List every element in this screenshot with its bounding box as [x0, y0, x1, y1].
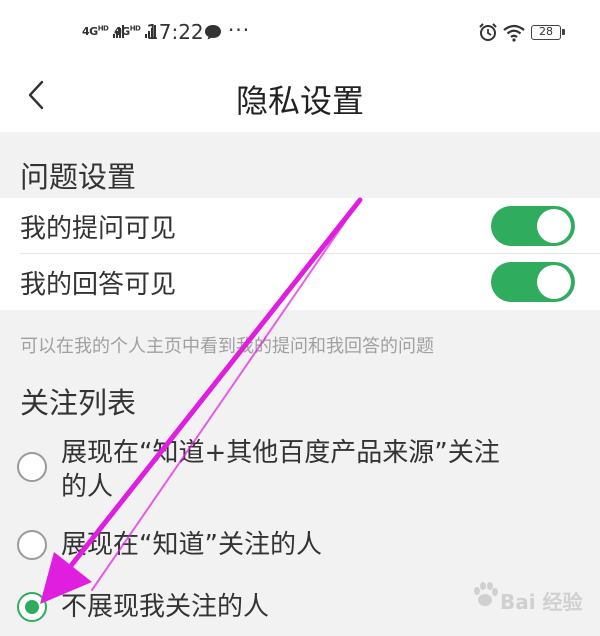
- radio-option-show-zhidao[interactable]: 展现在“知道”关注的人: [0, 528, 600, 564]
- radio-label-line2: 的人: [61, 472, 114, 502]
- section-title: 关注列表: [20, 386, 137, 420]
- setting-label: 我的提问可见: [20, 214, 177, 244]
- alarm-clock-icon: [479, 23, 497, 41]
- nav-bar: 隐私设置: [0, 64, 600, 132]
- page-title: 隐私设置: [235, 82, 364, 120]
- setting-row-question-visible: 我的提问可见: [0, 198, 600, 254]
- privacy-hint-text: 可以在我的个人主页中看到我的提问和我回答的问题: [20, 336, 434, 357]
- battery-indicator: 28: [531, 25, 565, 40]
- watermark-text: Bai 经验: [500, 590, 583, 614]
- question-visible-toggle[interactable]: [491, 206, 575, 246]
- status-bar: 4GHD 4GHD 17:22 ··· 28: [0, 0, 600, 64]
- section-header-question-settings: 问题设置: [0, 132, 600, 198]
- radio-option-show-all-sources[interactable]: 展现在“知道+其他百度产品来源”关注 的人: [0, 436, 600, 502]
- toggle-knob: [537, 209, 571, 243]
- setting-row-answer-visible: 我的回答可见: [0, 254, 600, 310]
- radio-button[interactable]: [17, 530, 47, 560]
- status-time: 17:22: [146, 20, 204, 44]
- paw-icon: [474, 582, 498, 606]
- wifi-icon: [503, 24, 525, 42]
- section-title: 问题设置: [20, 160, 137, 194]
- setting-label: 我的回答可见: [20, 270, 177, 300]
- radio-button[interactable]: [17, 452, 47, 482]
- radio-label: 展现在“知道”关注的人: [61, 530, 322, 560]
- message-bubble-icon: [205, 25, 221, 40]
- radio-label-line1: 展现在“知道+其他百度产品来源”关注: [61, 438, 500, 468]
- radio-button-selected[interactable]: [17, 592, 47, 622]
- radio-label: 不展现我关注的人: [61, 592, 270, 622]
- radio-label: 展现在“知道+其他百度产品来源”关注 的人: [61, 436, 500, 504]
- baidu-jingyan-watermark: Bai 经验: [470, 576, 590, 626]
- more-notifications-icon: ···: [228, 18, 251, 42]
- toggle-knob: [537, 265, 571, 299]
- answer-visible-toggle[interactable]: [491, 262, 575, 302]
